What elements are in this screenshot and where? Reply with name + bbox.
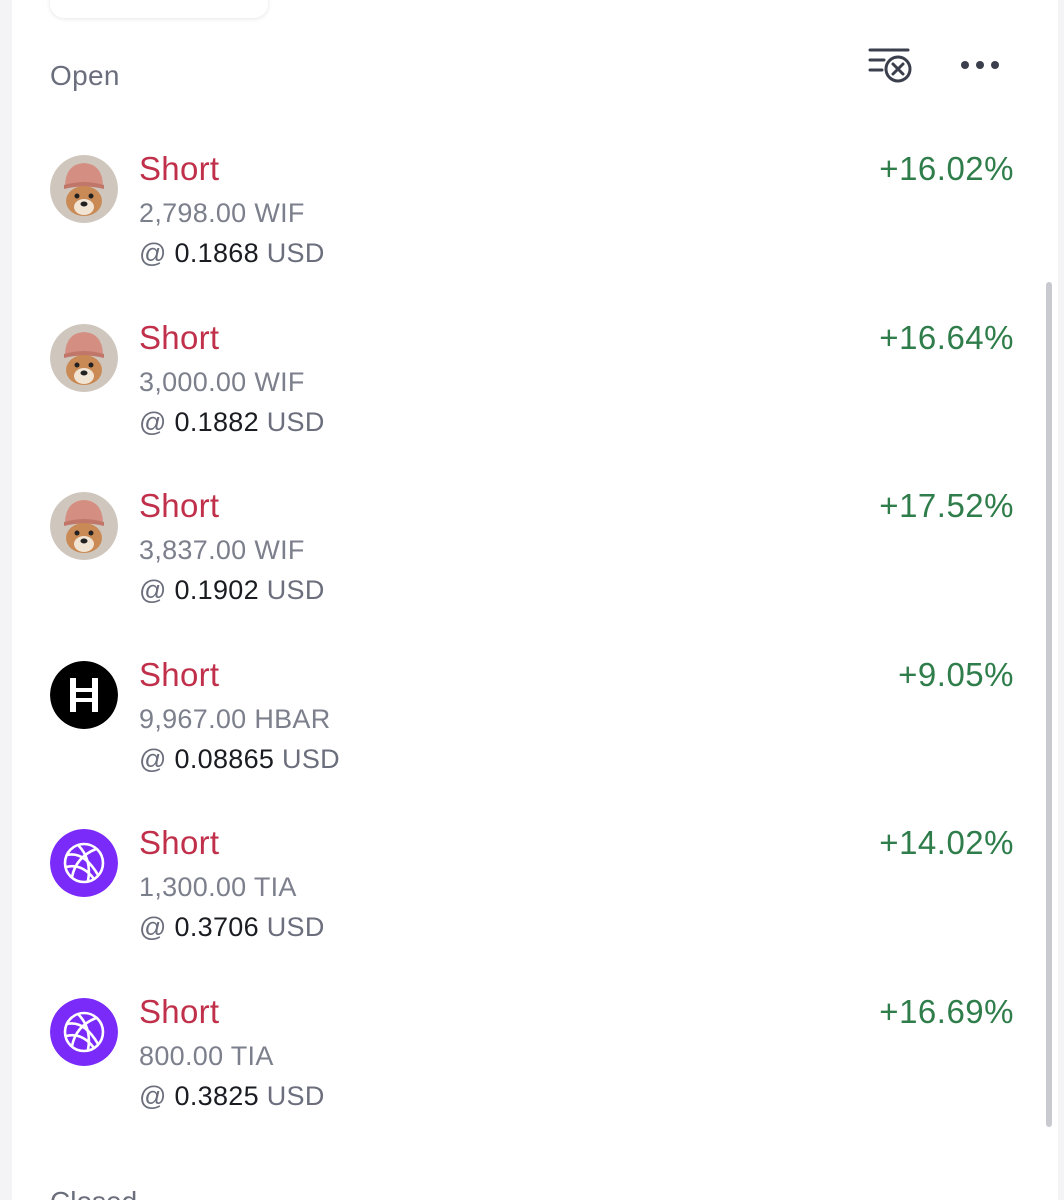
- order-pnl: +16.02%: [879, 150, 1014, 187]
- order-price: @ 0.1882 USD: [139, 406, 325, 437]
- order-row[interactable]: Short 3,000.00 WIF @ 0.1882 USD +16.64%: [12, 309, 1058, 478]
- order-row[interactable]: Short 800.00 TIA @ 0.3825 USD +16.69%: [12, 983, 1058, 1152]
- section-title-open: Open: [50, 60, 120, 91]
- order-asset: TIA: [253, 872, 297, 902]
- order-asset: WIF: [254, 535, 305, 565]
- wif-dog-icon: [50, 492, 118, 560]
- order-pnl: +9.05%: [898, 655, 1014, 693]
- order-amount: 3,837.00 WIF: [139, 535, 305, 565]
- order-pnl: +16.69%: [879, 992, 1014, 1030]
- order-side: Short: [139, 824, 220, 861]
- wif-dog-icon: [50, 155, 118, 223]
- order-side: Short: [139, 655, 220, 693]
- order-pnl: +16.64%: [879, 318, 1014, 356]
- order-side: Short: [139, 150, 220, 187]
- scrollbar[interactable]: [1046, 282, 1052, 1127]
- order-row[interactable]: Short 2,798.00 WIF @ 0.1868 USD +16.02%: [12, 140, 1058, 309]
- more-options-icon[interactable]: [956, 44, 1004, 86]
- order-asset: HBAR: [254, 703, 331, 734]
- order-price: @ 0.08865 USD: [139, 743, 340, 774]
- order-asset: WIF: [254, 198, 305, 228]
- order-side: Short: [139, 318, 220, 356]
- top-card[interactable]: [50, 0, 268, 18]
- tia-icon: [50, 997, 118, 1066]
- order-amount: 2,798.00 WIF: [139, 198, 305, 228]
- clear-list-icon[interactable]: [866, 44, 914, 86]
- wif-dog-icon: [50, 323, 118, 392]
- order-amount: 9,967.00 HBAR: [139, 703, 331, 734]
- order-price: @ 0.1868 USD: [139, 238, 325, 268]
- order-asset: WIF: [254, 366, 305, 397]
- order-asset: TIA: [230, 1040, 274, 1071]
- order-price: @ 0.3825 USD: [139, 1080, 325, 1111]
- tia-icon: [50, 829, 118, 897]
- order-side: Short: [139, 487, 220, 524]
- order-pnl: +17.52%: [879, 487, 1014, 524]
- order-amount: 1,300.00 TIA: [139, 872, 297, 902]
- order-amount: 800.00 TIA: [139, 1040, 274, 1071]
- hbar-icon: [50, 660, 118, 729]
- open-orders-list: Short 2,798.00 WIF @ 0.1868 USD +16.02% …: [12, 140, 1058, 1151]
- positions-panel: Open Short 2,798.00 WIF @ 0.1868 USD +16…: [12, 0, 1058, 1200]
- order-side: Short: [139, 992, 220, 1030]
- order-pnl: +14.02%: [879, 824, 1014, 861]
- order-amount: 3,000.00 WIF: [139, 366, 305, 397]
- order-price: @ 0.3706 USD: [139, 912, 325, 942]
- order-price: @ 0.1902 USD: [139, 575, 325, 605]
- order-row[interactable]: Short 9,967.00 HBAR @ 0.08865 USD +9.05%: [12, 646, 1058, 815]
- section-title-closed: Closed: [50, 1186, 137, 1200]
- order-row[interactable]: Short 3,837.00 WIF @ 0.1902 USD +17.52%: [12, 477, 1058, 646]
- order-row[interactable]: Short 1,300.00 TIA @ 0.3706 USD +14.02%: [12, 814, 1058, 983]
